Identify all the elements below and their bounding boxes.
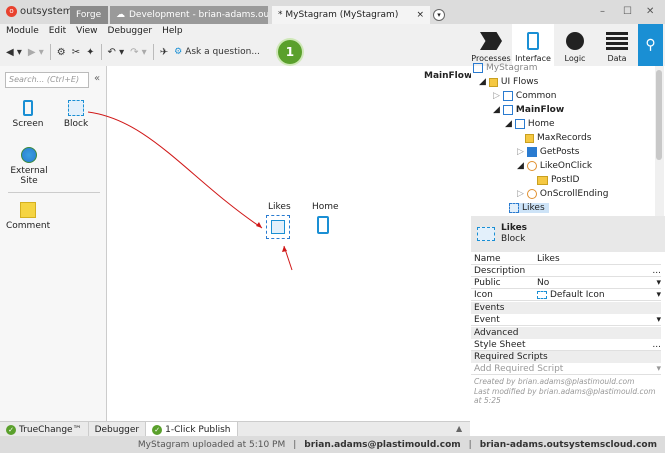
dropdown-arrow-icon[interactable]: ▾ (656, 290, 661, 300)
expand-panel-icon[interactable]: ▲ (456, 424, 462, 433)
tree-item-mainflow[interactable]: ◢ MainFlow (493, 105, 564, 115)
folder-icon (488, 77, 498, 87)
tree-item-onscrollending[interactable]: ▷ OnScrollEnding (517, 189, 608, 199)
bottom-tabs: ✓ TrueChange™ Debugger ✓ 1-Click Publish (0, 421, 470, 437)
block-icon (509, 203, 519, 213)
prop-icon[interactable]: Icon Default Icon ▾ (471, 289, 661, 301)
prop-public[interactable]: Public No ▾ (471, 277, 661, 289)
tree-item-ui-flows[interactable]: ◢ UI Flows (479, 77, 538, 87)
section-events: Events (471, 302, 661, 314)
prop-name[interactable]: Name Likes (471, 253, 661, 265)
flow-icon (502, 105, 513, 115)
arrow-head (282, 246, 287, 252)
aggregate-icon (526, 147, 537, 157)
arrow-block-to-likes (87, 111, 263, 229)
properties-header: Likes Block (471, 216, 665, 252)
tree-item-mystagram[interactable]: MyStagram (473, 63, 538, 73)
tree-item-likes[interactable]: Likes (509, 203, 549, 213)
tree-item-getposts[interactable]: ▷ GetPosts (517, 147, 579, 157)
block-icon (537, 290, 547, 299)
dropdown-arrow-icon[interactable]: ▾ (656, 315, 661, 325)
tree-scrollbar-thumb[interactable] (656, 70, 662, 160)
tree-item-common[interactable]: ▷ Common (493, 91, 556, 101)
tree-item-maxrecords[interactable]: MaxRecords (525, 133, 591, 143)
tree-item-postid[interactable]: PostID (537, 175, 579, 185)
tree-item-likeonclick[interactable]: ◢ LikeOnClick (517, 161, 592, 171)
user-email: brian.adams@plastimould.com (304, 439, 461, 450)
element-tree: MyStagram ◢ UI Flows ▷ Common ◢ MainFlow ◢ H… (471, 63, 655, 216)
section-required-scripts: Required Scripts (471, 351, 661, 363)
action-icon (526, 161, 537, 171)
created-by-text: Created by brian.adams@plastimould.com (474, 377, 635, 386)
dropdown-arrow-icon[interactable]: ▾ (656, 364, 661, 374)
module-icon (473, 63, 483, 73)
arrow-head (256, 222, 262, 228)
input-parameter-icon (537, 175, 548, 185)
section-advanced: Advanced (471, 327, 661, 339)
action-icon (526, 189, 537, 199)
modified-by-text: Last modified by brian.adams@plastimould… (474, 387, 656, 405)
status-bar: MyStagram uploaded at 5:10 PM | brian.ad… (0, 436, 665, 453)
flow-icon (502, 91, 513, 101)
tree-item-home[interactable]: ◢ Home (505, 119, 555, 129)
dropdown-arrow-icon[interactable]: ▾ (656, 278, 661, 288)
server-address: brian-adams.outsystemscloud.com (479, 439, 657, 450)
tab-truechange[interactable]: ✓ TrueChange™ (0, 422, 89, 437)
check-icon: ✓ (6, 424, 16, 435)
check-icon: ✓ (152, 424, 163, 435)
variable-icon (525, 133, 534, 143)
block-icon (477, 227, 495, 241)
prop-style-sheet[interactable]: Style Sheet... (471, 339, 661, 351)
prop-description[interactable]: Description... (471, 265, 661, 277)
prop-event[interactable]: Event ▾ (471, 314, 661, 326)
tab-debugger[interactable]: Debugger (89, 422, 147, 437)
screen-icon (514, 119, 525, 129)
add-required-script[interactable]: Add Required Script ▾ (471, 363, 661, 375)
tab-1-click-publish[interactable]: ✓ 1-Click Publish (146, 422, 238, 437)
upload-status: MyStagram uploaded at 5:10 PM (137, 439, 286, 450)
